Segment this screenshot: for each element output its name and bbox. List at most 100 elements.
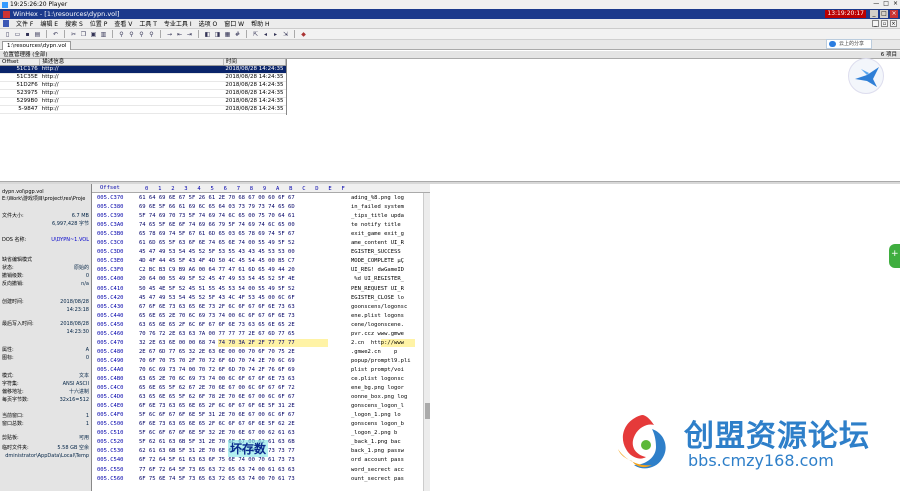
menu-help[interactable]: 帮助 H: [251, 19, 269, 28]
player-close-button[interactable]: ×: [893, 0, 898, 7]
hex-row[interactable]: 005.C4C0 65 6E 65 5F 62 67 2E 70 6E 67 00…: [92, 384, 422, 393]
position-cell-time: 2018/08/28 14:24:35: [223, 73, 286, 82]
cut-icon[interactable]: ✂: [70, 31, 77, 38]
mdi-restore-button[interactable]: ▫: [881, 20, 888, 27]
position-row[interactable]: 51D2F6 http://2018/08/28 14:24:35: [0, 81, 286, 90]
position-row[interactable]: 523975 http://2018/08/28 14:24:35: [0, 89, 286, 98]
info-field-value: n/a: [81, 281, 89, 287]
paste-special-icon[interactable]: ▥: [100, 31, 107, 38]
hex-row[interactable]: 005.C450 63 65 6E 65 2F 6C 6F 67 6F 6E 73…: [92, 321, 422, 330]
mdi-close-button[interactable]: ×: [890, 20, 897, 27]
toolbar: ▯ ▭ ▪ ▤ ↶ ✂ ❐ ▣ ▥ ⚲ ⚲ ⚲ ⚲ → ⇤ ⇥ ◧ ◨ ▦ # …: [0, 29, 900, 40]
hex-row[interactable]: 005.C460 70 76 72 2E 63 63 7A 00 77 77 77…: [92, 330, 422, 339]
file-tab[interactable]: 1:\resources\dypn.vol: [2, 41, 72, 50]
hex-row[interactable]: 005.C400 20 64 00 55 49 5F 52 45 47 49 53…: [92, 275, 422, 284]
position-row[interactable]: 5-9847 http://2018/08/28 14:24:35: [0, 105, 286, 114]
minimize-button[interactable]: _: [870, 10, 878, 18]
disk-icon[interactable]: ◧: [204, 31, 211, 38]
hex-row-hex: 65 78 69 74 5F 67 61 6D 65 03 65 78 69 7…: [139, 231, 295, 238]
player-minimize-button[interactable]: —: [873, 0, 879, 7]
hex-row-hex: 70 6F 70 75 70 2F 70 72 6F 6D 70 74 2E 7…: [139, 357, 295, 364]
menu-search[interactable]: 搜索 S: [65, 19, 83, 28]
hex-row[interactable]: 005.C4D0 63 65 6E 65 5F 62 6F 78 2E 70 6E…: [92, 393, 422, 402]
back-icon[interactable]: ⇤: [176, 31, 183, 38]
find-hex-icon[interactable]: ⚲: [138, 31, 145, 38]
hex-row[interactable]: 005.C3C0 61 6D 65 5F 63 6F 6E 74 65 6E 74…: [92, 239, 422, 248]
position-cell-time: 2018/08/28 14:24:35: [223, 97, 286, 106]
cloud-share-badge[interactable]: 云上的分享: [826, 39, 872, 49]
nav-first-icon[interactable]: ⇱: [252, 31, 259, 38]
menu-position[interactable]: 位置 P: [90, 19, 108, 28]
menu-view[interactable]: 查看 V: [114, 19, 132, 28]
maximize-button[interactable]: □: [880, 10, 888, 18]
copy-icon[interactable]: ❐: [80, 31, 87, 38]
close-button[interactable]: ×: [890, 10, 898, 18]
hex-row[interactable]: 005.C510 5F 6C 6F 67 6F 6E 5F 32 2E 70 6E…: [92, 429, 422, 438]
hex-row-off: 005.C410: [97, 285, 124, 292]
open-icon[interactable]: ▭: [14, 31, 21, 38]
hex-row[interactable]: 005.C560 6F 75 6E 74 5F 73 65 63 72 65 63…: [92, 475, 422, 484]
help-icon[interactable]: ◆: [300, 31, 307, 38]
hex-row-txt: _logon_2.png b: [351, 430, 398, 437]
mdi-minimize-button[interactable]: _: [872, 20, 879, 27]
info-field-label: 文件大小:: [2, 213, 24, 219]
forward-icon[interactable]: ⇥: [186, 31, 193, 38]
calc-icon[interactable]: ▦: [224, 31, 231, 38]
hex-row[interactable]: 005.C540 6F 72 64 5F 61 63 63 6F 75 6E 74…: [92, 456, 422, 465]
player-maximize-button[interactable]: □: [883, 0, 889, 7]
hex-row[interactable]: 005.C390 5F 74 69 70 73 5F 74 69 74 6C 65…: [92, 212, 422, 221]
find-icon[interactable]: ⚲: [118, 31, 125, 38]
hex-row[interactable]: 005.C430 67 6F 6E 73 63 65 6E 73 2F 6C 6F…: [92, 303, 422, 312]
hex-scrollbar[interactable]: [423, 193, 430, 491]
new-icon[interactable]: ▯: [4, 31, 11, 38]
hex-row[interactable]: 005.C480 2E 67 6D 77 65 32 2E 63 6E 00 00…: [92, 348, 422, 357]
ram-icon[interactable]: ◨: [214, 31, 221, 38]
hex-row[interactable]: 005.C500 6F 6E 73 63 65 6E 65 2F 6C 6F 67…: [92, 420, 422, 429]
side-plus-tab[interactable]: [889, 244, 900, 268]
hex-row[interactable]: 005.C550 77 6F 72 64 5F 73 65 63 72 65 63…: [92, 466, 422, 475]
replace-hex-icon[interactable]: ⚲: [148, 31, 155, 38]
hex-row[interactable]: 005.C4F0 5F 6C 6F 67 6F 6E 5F 31 2E 70 6E…: [92, 411, 422, 420]
position-row[interactable]: 51C35E http://2018/08/28 14:24:35: [0, 73, 286, 82]
hex-row[interactable]: 005.C470 32 2E 63 6E 00 00 68 74 74 70 3A…: [92, 339, 422, 348]
hash-icon[interactable]: #: [234, 31, 241, 38]
position-row[interactable]: 51C176 http://2018/08/28 14:24:35: [0, 65, 286, 74]
hex-scroll-thumb[interactable]: [425, 403, 430, 419]
undo-icon[interactable]: ↶: [52, 31, 59, 38]
nav-next-icon[interactable]: ▸: [272, 31, 279, 38]
hex-row[interactable]: 005.C410 50 45 4E 5F 52 45 51 55 45 53 54…: [92, 285, 422, 294]
hex-row[interactable]: 005.C4E0 6F 6E 73 63 65 6E 65 2F 6C 6F 67…: [92, 402, 422, 411]
menu-options[interactable]: 选项 O: [199, 19, 218, 28]
hex-row[interactable]: 005.C3F0 C2 BC B3 C9 B9 A6 00 64 77 47 61…: [92, 266, 422, 275]
hex-row[interactable]: 005.C440 65 6E 65 2E 70 6C 69 73 74 00 6C…: [92, 312, 422, 321]
hex-row-hex: 6F 75 6E 74 5F 73 65 63 72 65 63 74 00 7…: [139, 475, 295, 482]
menu-pro-tools[interactable]: 专业工具 I: [164, 19, 192, 28]
info-field: 每页字节数: 32x16=512: [2, 397, 90, 404]
position-row[interactable]: 5299B0 http://2018/08/28 14:24:35: [0, 97, 286, 106]
hex-row-hex: 5F 62 61 63 6B 5F 31 2E 70 6E 67 00 62 6…: [139, 439, 295, 446]
hex-column-label: F: [341, 186, 345, 192]
hex-row[interactable]: 005.C3B0 65 78 69 74 5F 67 61 6D 65 03 65…: [92, 230, 422, 239]
hex-row[interactable]: 005.C4A0 70 6C 69 73 74 00 70 72 6F 6D 70…: [92, 366, 422, 375]
hex-row[interactable]: 005.C490 70 6F 70 75 70 2F 70 72 6F 6D 70…: [92, 357, 422, 366]
hex-row[interactable]: 005.C380 69 6E 5F 66 61 69 6C 65 64 03 73…: [92, 203, 422, 212]
replace-icon[interactable]: ⚲: [128, 31, 135, 38]
hex-row[interactable]: 005.C370 61 64 69 6E 67 5F 26 61 2E 70 68…: [92, 194, 422, 203]
save-icon[interactable]: ▪: [24, 31, 31, 38]
menu-window[interactable]: 窗口 W: [224, 19, 244, 28]
hex-row[interactable]: 005.C3A0 74 65 5F 6E 6F 74 69 66 79 5F 74…: [92, 221, 422, 230]
hex-row[interactable]: 005.C4B0 63 65 2E 70 6C 69 73 74 00 6C 6F…: [92, 375, 422, 384]
print-icon[interactable]: ▤: [34, 31, 41, 38]
position-cell-offset: 51D2F6: [0, 81, 40, 90]
hex-row[interactable]: 005.C3D0 45 47 49 53 54 45 52 5F 53 55 43…: [92, 248, 422, 257]
goto-icon[interactable]: →: [166, 31, 173, 38]
hex-row[interactable]: 005.C420 45 47 49 53 54 45 52 5F 43 4C 4F…: [92, 294, 422, 303]
menu-tools[interactable]: 工具 T: [139, 19, 157, 28]
hex-row[interactable]: 005.C3E0 4D 4F 44 45 5F 43 4F 4D 50 4C 45…: [92, 257, 422, 266]
menu-edit[interactable]: 编辑 E: [40, 19, 58, 28]
info-field-value: 6,997,428 字节: [51, 221, 89, 227]
paste-icon[interactable]: ▣: [90, 31, 97, 38]
menu-file[interactable]: 文件 F: [16, 19, 33, 28]
nav-last-icon[interactable]: ⇲: [282, 31, 289, 38]
nav-prev-icon[interactable]: ◂: [262, 31, 269, 38]
